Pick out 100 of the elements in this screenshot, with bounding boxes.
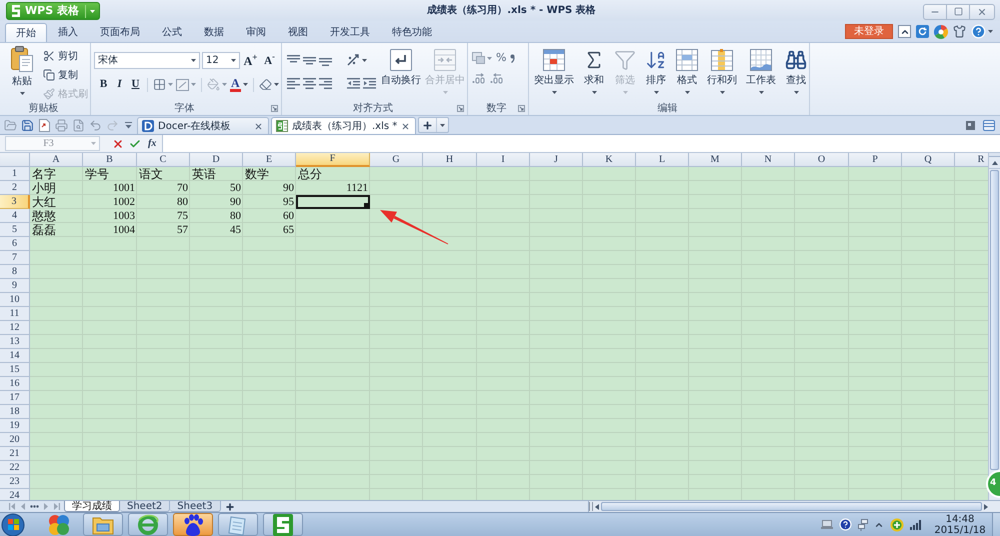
network-icon[interactable] bbox=[858, 518, 868, 530]
format-button[interactable]: 格式 bbox=[672, 43, 702, 101]
ribbon-tab[interactable]: 页面布局 bbox=[89, 23, 151, 42]
cell-pattern-button[interactable] bbox=[175, 76, 197, 93]
grow-font-button[interactable]: A$^{+}$ bbox=[242, 52, 259, 69]
clear-format-button[interactable] bbox=[258, 76, 280, 93]
rows-columns-button[interactable]: 行和列 bbox=[703, 43, 741, 101]
copy-button[interactable]: 复制 bbox=[43, 66, 90, 84]
scrollbar-thumb[interactable] bbox=[601, 502, 982, 511]
print-preview-icon[interactable] bbox=[72, 118, 85, 132]
insert-function-button[interactable]: fx bbox=[145, 136, 160, 151]
increase-indent-icon[interactable] bbox=[363, 78, 376, 89]
worksheet-button[interactable]: 工作表 bbox=[742, 43, 780, 101]
percent-button[interactable]: % bbox=[495, 52, 508, 64]
decrease-indent-icon[interactable] bbox=[347, 78, 360, 89]
row-header[interactable]: 1 bbox=[0, 167, 30, 181]
ribbon-tab[interactable]: 数据 bbox=[193, 23, 235, 42]
sheet-tab[interactable]: 学习成绩 bbox=[64, 501, 120, 512]
decrease-decimal-icon[interactable] bbox=[490, 73, 504, 84]
column-header[interactable]: G bbox=[370, 153, 423, 167]
dialog-launcher-icon[interactable] bbox=[518, 105, 525, 112]
column-header[interactable]: K bbox=[583, 153, 636, 167]
row-header[interactable]: 20 bbox=[0, 433, 30, 447]
ribbon-tab[interactable]: 视图 bbox=[277, 23, 319, 42]
row-header[interactable]: 22 bbox=[0, 461, 30, 475]
close-button[interactable] bbox=[969, 4, 995, 20]
column-header[interactable]: I bbox=[477, 153, 530, 167]
more-sheets-icon[interactable] bbox=[30, 505, 39, 508]
small-window-icon[interactable] bbox=[966, 120, 975, 130]
export-page-icon[interactable] bbox=[38, 118, 51, 132]
plus-circle-icon[interactable] bbox=[890, 518, 904, 532]
row-header[interactable]: 14 bbox=[0, 349, 30, 363]
close-tab-icon[interactable] bbox=[254, 122, 263, 130]
increase-decimal-icon[interactable] bbox=[472, 73, 486, 84]
highlight-button[interactable]: 突出显示 bbox=[530, 43, 578, 101]
row-header[interactable]: 19 bbox=[0, 419, 30, 433]
undo-icon[interactable] bbox=[89, 118, 102, 132]
row-header[interactable]: 5 bbox=[0, 223, 30, 237]
row-header[interactable]: 7 bbox=[0, 251, 30, 265]
row-header[interactable]: 15 bbox=[0, 363, 30, 377]
start-button[interactable] bbox=[1, 513, 27, 536]
shirt-icon[interactable] bbox=[953, 25, 966, 38]
row-header[interactable]: 16 bbox=[0, 377, 30, 391]
align-right-icon[interactable] bbox=[319, 78, 332, 89]
shrink-font-button[interactable]: A$^{-}$ bbox=[261, 52, 278, 69]
thousands-separator-icon[interactable] bbox=[510, 54, 516, 62]
column-header[interactable]: E bbox=[243, 153, 296, 167]
find-button[interactable]: 查找 bbox=[781, 43, 811, 101]
wrap-text-button[interactable]: 自动换行 bbox=[379, 43, 423, 101]
printer-icon[interactable] bbox=[55, 118, 68, 132]
row-header[interactable]: 11 bbox=[0, 307, 30, 321]
column-header[interactable]: Q bbox=[902, 153, 955, 167]
align-top-icon[interactable] bbox=[287, 54, 300, 66]
borders-button[interactable] bbox=[152, 76, 174, 93]
maximize-button[interactable] bbox=[946, 4, 970, 20]
customize-toolbar-icon[interactable] bbox=[125, 122, 132, 128]
document-tab[interactable]: 成绩表（练习用）.xls * bbox=[271, 117, 416, 134]
align-middle-icon[interactable] bbox=[303, 54, 316, 66]
underline-button[interactable]: U bbox=[128, 76, 143, 93]
vertical-scrollbar[interactable] bbox=[988, 153, 1000, 500]
dialog-launcher-icon[interactable] bbox=[457, 105, 464, 112]
row-header[interactable]: 10 bbox=[0, 293, 30, 307]
window-layout-icon[interactable] bbox=[983, 120, 995, 130]
column-header[interactable]: N bbox=[742, 153, 795, 167]
column-header[interactable]: H bbox=[423, 153, 477, 167]
row-header[interactable]: 24 bbox=[0, 489, 30, 500]
sum-button[interactable]: 求和 bbox=[579, 43, 609, 101]
row-header[interactable]: 8 bbox=[0, 265, 30, 279]
save-icon[interactable] bbox=[21, 118, 34, 132]
row-header[interactable]: 12 bbox=[0, 321, 30, 335]
bold-button[interactable]: B bbox=[96, 76, 111, 93]
column-header[interactable]: A bbox=[30, 153, 83, 167]
dialog-launcher-icon[interactable] bbox=[271, 105, 278, 112]
row-header[interactable]: 23 bbox=[0, 475, 30, 489]
sheet-tab[interactable]: Sheet2 bbox=[120, 501, 170, 512]
cut-button[interactable]: 剪切 bbox=[43, 47, 90, 65]
font-color-button[interactable]: A bbox=[229, 76, 249, 93]
font-name-field[interactable]: 宋体 bbox=[94, 52, 200, 69]
scrollbar-thumb[interactable] bbox=[990, 170, 999, 470]
scroll-left-icon[interactable] bbox=[595, 504, 599, 510]
align-left-icon[interactable] bbox=[287, 78, 300, 89]
color-wheel-icon[interactable] bbox=[934, 24, 948, 38]
paste-button[interactable]: 粘贴 bbox=[5, 46, 39, 101]
sort-button[interactable]: 排序 bbox=[641, 43, 671, 101]
signal-bars-icon[interactable] bbox=[910, 520, 922, 530]
italic-button[interactable]: I bbox=[112, 76, 127, 93]
column-header[interactable]: R bbox=[955, 153, 988, 167]
formula-input-field[interactable] bbox=[162, 135, 1000, 152]
column-header[interactable]: P bbox=[849, 153, 902, 167]
row-header[interactable]: 13 bbox=[0, 335, 30, 349]
column-header[interactable]: L bbox=[636, 153, 689, 167]
row-header[interactable]: 4 bbox=[0, 209, 30, 223]
sheet-tab[interactable]: Sheet3 bbox=[170, 501, 221, 512]
font-size-field[interactable]: 12 bbox=[202, 52, 240, 69]
selected-cell[interactable] bbox=[296, 195, 370, 209]
column-header[interactable]: B bbox=[83, 153, 137, 167]
row-header[interactable]: 9 bbox=[0, 279, 30, 293]
ribbon-tab[interactable]: 开始 bbox=[5, 23, 47, 42]
column-header[interactable]: O bbox=[795, 153, 849, 167]
ribbon-tab[interactable]: 审阅 bbox=[235, 23, 277, 42]
